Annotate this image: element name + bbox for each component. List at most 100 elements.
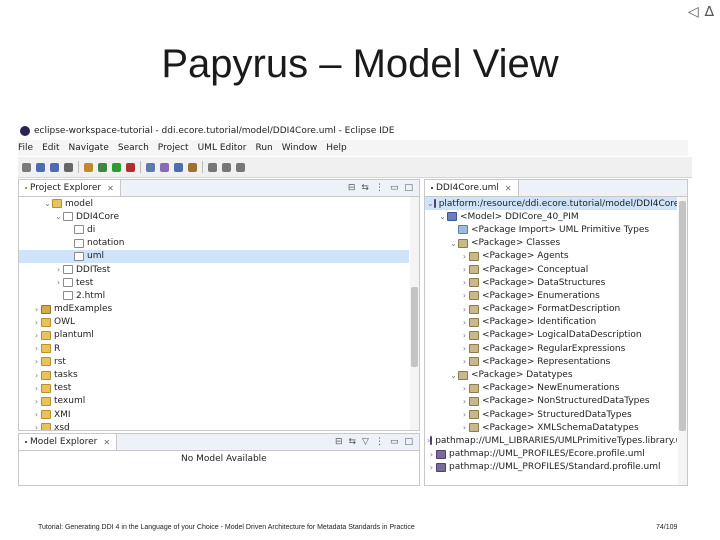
collapse-icon[interactable]: › — [460, 397, 469, 406]
annotation-icon[interactable] — [188, 162, 197, 172]
open-type-icon[interactable] — [160, 162, 169, 172]
tree-item[interactable]: ⌄ model — [19, 197, 409, 210]
collapse-icon[interactable]: › — [32, 397, 41, 406]
collapse-icon[interactable]: › — [54, 265, 63, 274]
tree-item[interactable]: › <Package> Identification — [425, 316, 677, 329]
menu-item[interactable]: File — [18, 143, 33, 153]
scrollbar-thumb[interactable] — [679, 201, 686, 431]
tree-item[interactable]: › <Package> FormatDescription — [425, 303, 677, 316]
collapse-icon[interactable]: › — [427, 450, 436, 459]
collapse-icon[interactable]: › — [32, 344, 41, 353]
save-all-icon[interactable] — [50, 162, 59, 172]
collapse-icon[interactable]: › — [460, 265, 469, 274]
search-icon[interactable] — [174, 162, 183, 172]
tree-item[interactable]: › <Package> RegularExpressions — [425, 342, 677, 355]
tree-item[interactable]: › tasks — [19, 368, 409, 381]
tree-item[interactable]: › R — [19, 342, 409, 355]
collapse-icon[interactable]: › — [460, 305, 469, 314]
collapse-icon[interactable]: › — [54, 278, 63, 287]
tab-project-explorer[interactable]: Project Explorer ✕ — [19, 180, 121, 196]
link-editor-icon[interactable]: ⇆ — [361, 183, 369, 193]
filter-icon[interactable]: ▽ — [362, 437, 369, 447]
tree-item[interactable]: › pathmap://UML_LIBRARIES/UMLPrimitiveTyp… — [425, 434, 677, 447]
menu-item[interactable]: Help — [326, 143, 347, 153]
collapse-icon[interactable]: › — [460, 357, 469, 366]
save-icon[interactable] — [36, 162, 45, 172]
tree-item[interactable]: › mdExamples — [19, 303, 409, 316]
build-icon[interactable] — [84, 162, 93, 172]
menu-item[interactable]: Run — [255, 143, 272, 153]
debug-icon[interactable] — [98, 162, 107, 172]
tree-item[interactable]: ⌄ <Package> Classes — [425, 237, 677, 250]
tree-item[interactable]: › pathmap://UML_PROFILES/Standard.profile… — [425, 461, 677, 474]
back-icon[interactable] — [208, 162, 217, 172]
tree-item[interactable]: › DDITest — [19, 263, 409, 276]
collapse-icon[interactable]: › — [32, 331, 41, 340]
collapse-icon[interactable]: › — [32, 384, 41, 393]
tree-item[interactable]: ⌄ <Package> Datatypes — [425, 368, 677, 381]
nav-next-icon[interactable]: ∆ — [705, 4, 714, 20]
collapse-icon[interactable]: › — [32, 318, 41, 327]
expand-icon[interactable]: ⌄ — [427, 199, 434, 208]
expand-icon[interactable]: ⌄ — [449, 371, 458, 380]
collapse-icon[interactable]: › — [32, 357, 41, 366]
expand-icon[interactable]: ⌄ — [54, 212, 63, 221]
menu-item[interactable]: Navigate — [69, 143, 109, 153]
tree-item[interactable]: notation — [19, 237, 409, 250]
menu-item[interactable]: Window — [282, 143, 318, 153]
tree-item[interactable]: › <Package> DataStructures — [425, 276, 677, 289]
tree-item[interactable]: › <Package> NonStructuredDataTypes — [425, 395, 677, 408]
tree-item[interactable]: › <Package> XMLSchemaDatatypes — [425, 421, 677, 434]
tree-item[interactable]: ⌄ DDI4Core — [19, 210, 409, 223]
run-icon[interactable] — [112, 162, 121, 172]
vertical-scrollbar[interactable] — [678, 197, 687, 485]
tree-item[interactable]: 2.html — [19, 289, 409, 302]
tree-item[interactable]: <Package Import> UML Primitive Types — [425, 223, 677, 236]
tree-item[interactable]: › XMI — [19, 408, 409, 421]
close-icon[interactable]: ✕ — [103, 438, 110, 447]
tree-item[interactable]: uml — [19, 249, 409, 263]
menu-item[interactable]: UML Editor — [198, 143, 247, 153]
tab-ddi4core-uml[interactable]: DDI4Core.uml ✕ — [425, 180, 519, 196]
nav-prev-icon[interactable]: ◁ — [688, 4, 699, 20]
tree-item[interactable]: ⌄ platform:/resource/ddi.ecore.tutorial/m… — [425, 197, 677, 211]
collapse-icon[interactable]: › — [460, 291, 469, 300]
collapse-icon[interactable]: ⊟ — [335, 437, 343, 447]
new-icon[interactable] — [22, 162, 31, 172]
external-tools-icon[interactable] — [126, 162, 135, 172]
tree-item[interactable]: › plantuml — [19, 329, 409, 342]
minimize-icon[interactable]: ▭ — [390, 437, 399, 447]
tree-item[interactable]: › rst — [19, 355, 409, 368]
collapse-icon[interactable]: › — [427, 463, 436, 472]
maximize-icon[interactable]: □ — [404, 183, 413, 193]
collapse-icon[interactable]: › — [460, 423, 469, 432]
scrollbar-thumb[interactable] — [411, 287, 418, 367]
tree-item[interactable]: › test — [19, 276, 409, 289]
expand-icon[interactable]: ⌄ — [449, 239, 458, 248]
vertical-scrollbar[interactable] — [410, 197, 419, 430]
tree-item[interactable]: › pathmap://UML_PROFILES/Ecore.profile.um… — [425, 448, 677, 461]
collapse-icon[interactable]: › — [460, 344, 469, 353]
menu-item[interactable]: Edit — [42, 143, 59, 153]
tree-item[interactable]: › <Package> Enumerations — [425, 289, 677, 302]
tree-item[interactable]: › <Package> Representations — [425, 355, 677, 368]
maximize-icon[interactable]: □ — [404, 437, 413, 447]
collapse-icon[interactable]: › — [460, 384, 469, 393]
view-menu-icon[interactable]: ⋮ — [375, 437, 384, 447]
pin-icon[interactable] — [236, 162, 245, 172]
tree-item[interactable]: di — [19, 223, 409, 236]
expand-icon[interactable]: ⌄ — [438, 212, 447, 221]
tree-item[interactable]: › <Package> NewEnumerations — [425, 382, 677, 395]
collapse-icon[interactable]: › — [460, 318, 469, 327]
link-icon[interactable]: ⇆ — [349, 437, 357, 447]
collapse-icon[interactable]: › — [32, 423, 41, 430]
view-menu-icon[interactable]: ⋮ — [375, 183, 384, 193]
menu-item[interactable]: Search — [118, 143, 149, 153]
collapse-icon[interactable]: › — [32, 371, 41, 380]
collapse-icon[interactable]: › — [460, 410, 469, 419]
forward-icon[interactable] — [222, 162, 231, 172]
tree-item[interactable]: › test — [19, 382, 409, 395]
collapse-icon[interactable]: › — [460, 252, 469, 261]
print-icon[interactable] — [64, 162, 73, 172]
tree-item[interactable]: › texuml — [19, 395, 409, 408]
